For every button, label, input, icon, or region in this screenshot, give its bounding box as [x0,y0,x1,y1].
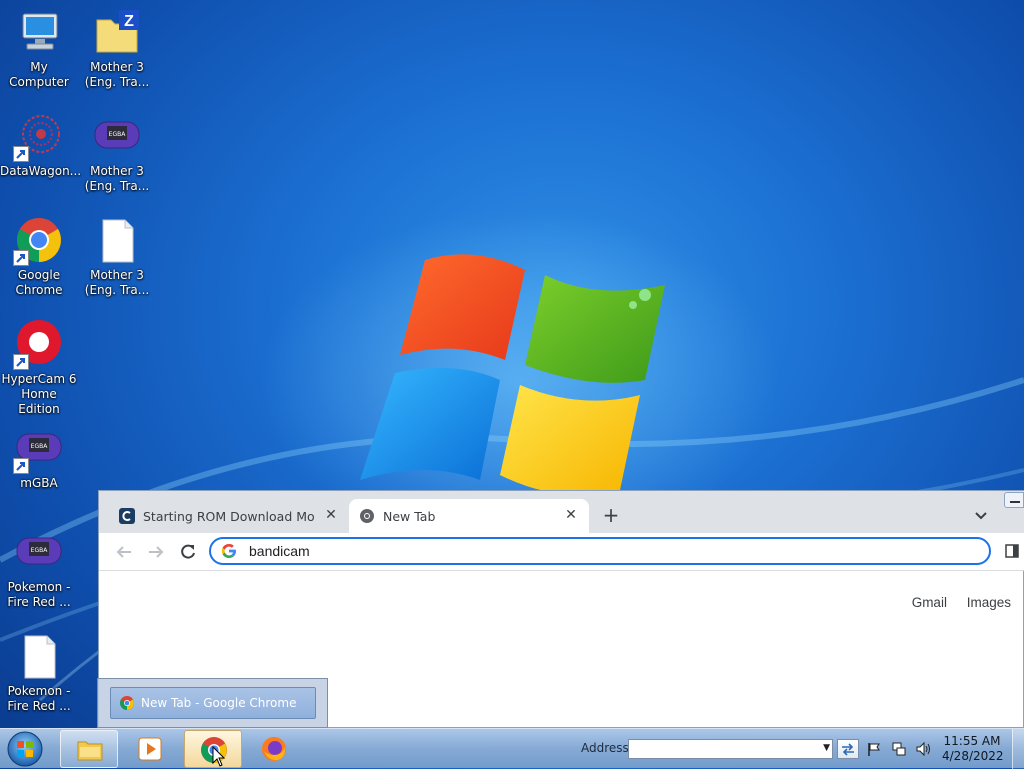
shortcut-arrow-icon [13,354,29,370]
windows-logo [360,254,665,495]
taskbar-thumbnail-preview: New Tab - Google Chrome [97,678,328,728]
shortcut-arrow-icon [13,146,29,162]
tab-new-tab[interactable]: New Tab ✕ [349,499,589,533]
omnibox-input[interactable] [247,542,951,560]
thumbnail-title: New Tab - Google Chrome [141,696,297,710]
desktop-icon-mother3-archive[interactable]: Z Mother 3 (Eng. Tra... [78,8,156,90]
clock-time: 11:55 AM [943,734,1001,748]
taskbar: Address ▼ 11:55 AM 4/28/2022 [0,728,1024,769]
thumbnail-window-item[interactable]: New Tab - Google Chrome [110,687,316,719]
desktop-icon-google-chrome[interactable]: Google Chrome [0,216,78,298]
start-button[interactable] [4,729,46,769]
taskbar-firefox[interactable] [245,730,303,768]
side-panel-icon[interactable] [1005,544,1019,558]
tab-close-button[interactable]: ✕ [323,507,339,523]
gba-icon: EGBA [15,528,63,576]
address-go-button[interactable] [837,739,859,759]
reload-icon[interactable] [177,541,199,563]
blank-file-icon [93,216,141,264]
computer-icon [15,8,63,56]
google-g-icon [221,544,236,558]
folder-icon [77,741,103,761]
desktop-icon-mother3-file[interactable]: Mother 3 (Eng. Tra... [78,216,156,298]
minimize-button[interactable] [1004,492,1024,508]
desktop-icon-hypercam[interactable]: HyperCam 6 Home Edition [0,320,78,417]
chrome-icon [360,509,374,523]
address-label: Address [581,741,629,755]
tab-rom-download[interactable]: Starting ROM Download Mother ✕ [109,499,349,533]
chevron-down-icon[interactable] [973,507,989,523]
svg-text:EGBA: EGBA [31,443,49,450]
desktop-icon-my-computer[interactable]: My Computer [0,8,78,90]
zip-folder-icon: Z [93,8,141,56]
chrome-icon [13,216,63,266]
flag-icon[interactable] [866,741,882,757]
address-field[interactable]: ▼ [628,739,833,759]
browser-toolbar [99,533,1024,571]
taskbar-media-player[interactable] [121,730,179,768]
network-icon[interactable] [891,741,907,757]
shortcut-arrow-icon [13,458,29,474]
svg-text:EGBA: EGBA [109,131,127,138]
google-top-links: Gmail Images [896,595,1011,610]
volume-icon[interactable] [915,741,931,757]
omnibox[interactable] [209,537,991,565]
address-input[interactable] [629,740,821,758]
site-c-icon [119,508,135,524]
tab-title: New Tab [383,508,436,524]
hypercam-icon [13,320,63,370]
desktop-icon-datawagon[interactable]: DataWagon... [0,112,81,179]
shortcut-arrow-icon [13,250,29,266]
gba-icon: EGBA [13,424,63,474]
new-tab-button[interactable]: + [601,505,621,525]
tab-title: Starting ROM Download Mother [143,508,315,524]
media-player-icon [138,737,162,761]
gba-icon: EGBA [93,112,141,160]
desktop-icon-mgba[interactable]: EGBA mGBA [0,424,78,491]
svg-text:Z: Z [124,13,134,30]
back-arrow-icon[interactable] [113,541,135,563]
firefox-icon [262,737,286,761]
datawagon-icon [13,112,63,162]
clock-date: 4/28/2022 [942,749,1004,763]
forward-arrow-icon[interactable] [145,541,167,563]
mouse-cursor-icon [212,746,226,767]
taskbar-file-explorer[interactable] [60,730,118,768]
svg-text:EGBA: EGBA [31,547,49,554]
chrome-icon [120,696,134,710]
desktop-icon-pokemon-gba[interactable]: EGBA Pokemon - Fire Red ... [0,528,78,610]
gmail-link[interactable]: Gmail [912,595,947,610]
show-desktop-button[interactable] [1012,729,1024,769]
tab-strip: Starting ROM Download Mother ✕ New Tab ✕… [99,491,1024,533]
desktop-icon-mother3-gba[interactable]: EGBA Mother 3 (Eng. Tra... [78,112,156,194]
dropdown-arrow-icon[interactable]: ▼ [823,743,830,753]
blank-file-icon [15,632,63,680]
go-arrows-icon [842,743,854,756]
system-clock[interactable]: 11:55 AM 4/28/2022 [942,734,1004,764]
desktop-icon-pokemon-file[interactable]: Pokemon - Fire Red ... [0,632,78,714]
tab-close-button[interactable]: ✕ [563,507,579,523]
images-link[interactable]: Images [967,595,1011,610]
